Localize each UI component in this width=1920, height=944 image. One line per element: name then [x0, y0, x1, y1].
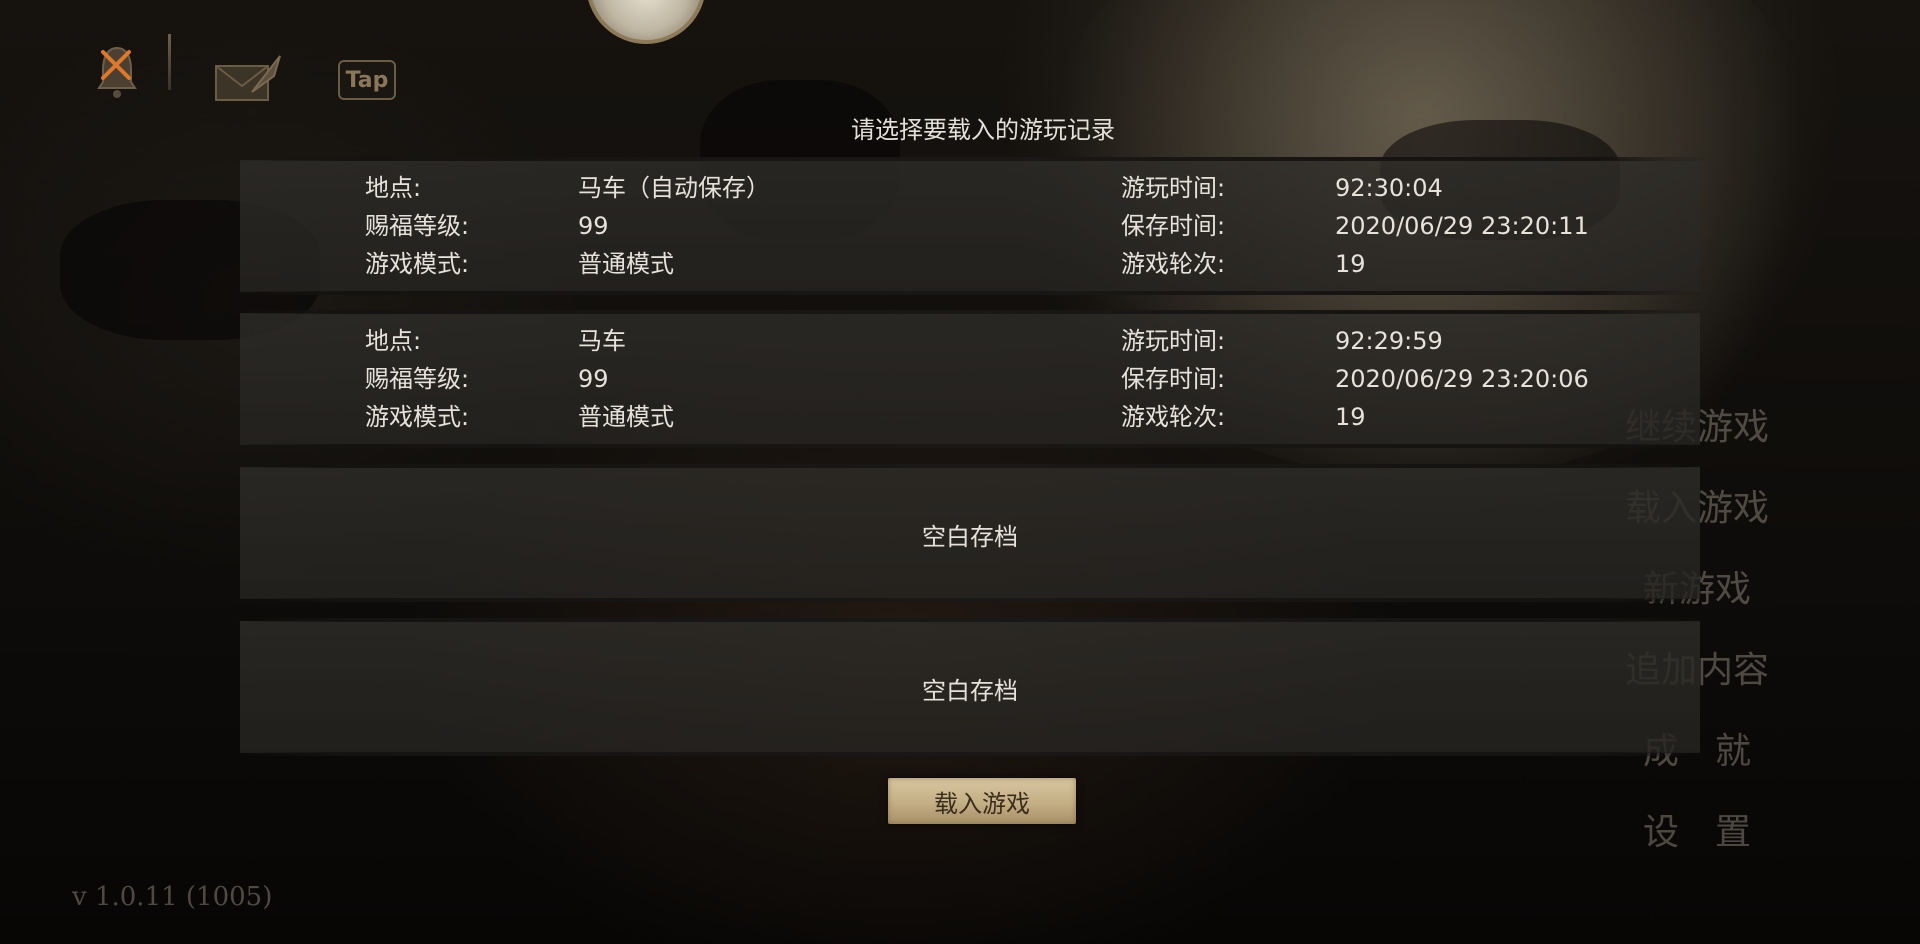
- mode-value: 普通模式: [578, 403, 674, 431]
- dialog-title: 请选择要载入的游玩记录: [851, 116, 1115, 144]
- location-label: 地点:: [365, 174, 422, 202]
- load-game-button[interactable]: 载入游戏: [888, 778, 1076, 824]
- savetime-value: 2020/06/29 23:20:11: [1335, 212, 1589, 240]
- location-value: 马车: [578, 327, 626, 355]
- save-slot-1[interactable]: 地点: 马车（自动保存） 赐福等级: 99 游戏模式: 普通模式 游玩时间: 9…: [230, 157, 1710, 295]
- mode-label: 游戏模式:: [365, 403, 470, 431]
- icon-divider: [168, 34, 171, 90]
- game-screen: Tap 继续游戏 载入游戏 新游戏 追加内容 成 就 设 置 请选择要载入的游玩…: [0, 0, 1920, 944]
- avatar[interactable]: [586, 0, 706, 44]
- save-slot-2[interactable]: 地点: 马车 赐福等级: 99 游戏模式: 普通模式 游玩时间: 92:29:5…: [230, 310, 1710, 448]
- playtime-value: 92:29:59: [1335, 327, 1443, 355]
- save-slot-3[interactable]: 空白存档: [230, 464, 1710, 602]
- playtime-label: 游玩时间:: [1121, 174, 1226, 202]
- location-label: 地点:: [365, 327, 422, 355]
- savetime-label: 保存时间:: [1121, 365, 1226, 393]
- location-value: 马车（自动保存）: [578, 174, 770, 202]
- mode-value: 普通模式: [578, 250, 674, 278]
- mail-icon[interactable]: [212, 52, 284, 104]
- round-label: 游戏轮次:: [1121, 403, 1226, 431]
- tap-logo-icon[interactable]: Tap: [338, 60, 396, 100]
- level-label: 赐福等级:: [365, 365, 470, 393]
- playtime-value: 92:30:04: [1335, 174, 1443, 202]
- savetime-label: 保存时间:: [1121, 212, 1226, 240]
- level-label: 赐福等级:: [365, 212, 470, 240]
- version-label: v 1.0.11 (1005): [72, 882, 273, 912]
- menu-settings[interactable]: 设 置: [1587, 803, 1807, 855]
- round-value: 19: [1335, 403, 1366, 431]
- level-value: 99: [578, 365, 609, 393]
- save-slot-4[interactable]: 空白存档: [230, 618, 1710, 756]
- playtime-label: 游玩时间:: [1121, 327, 1226, 355]
- mode-label: 游戏模式:: [365, 250, 470, 278]
- round-label: 游戏轮次:: [1121, 250, 1226, 278]
- round-value: 19: [1335, 250, 1366, 278]
- bell-muted-icon[interactable]: [95, 42, 139, 104]
- empty-slot-label: 空白存档: [922, 677, 1018, 705]
- level-value: 99: [578, 212, 609, 240]
- empty-slot-label: 空白存档: [922, 523, 1018, 551]
- savetime-value: 2020/06/29 23:20:06: [1335, 365, 1589, 393]
